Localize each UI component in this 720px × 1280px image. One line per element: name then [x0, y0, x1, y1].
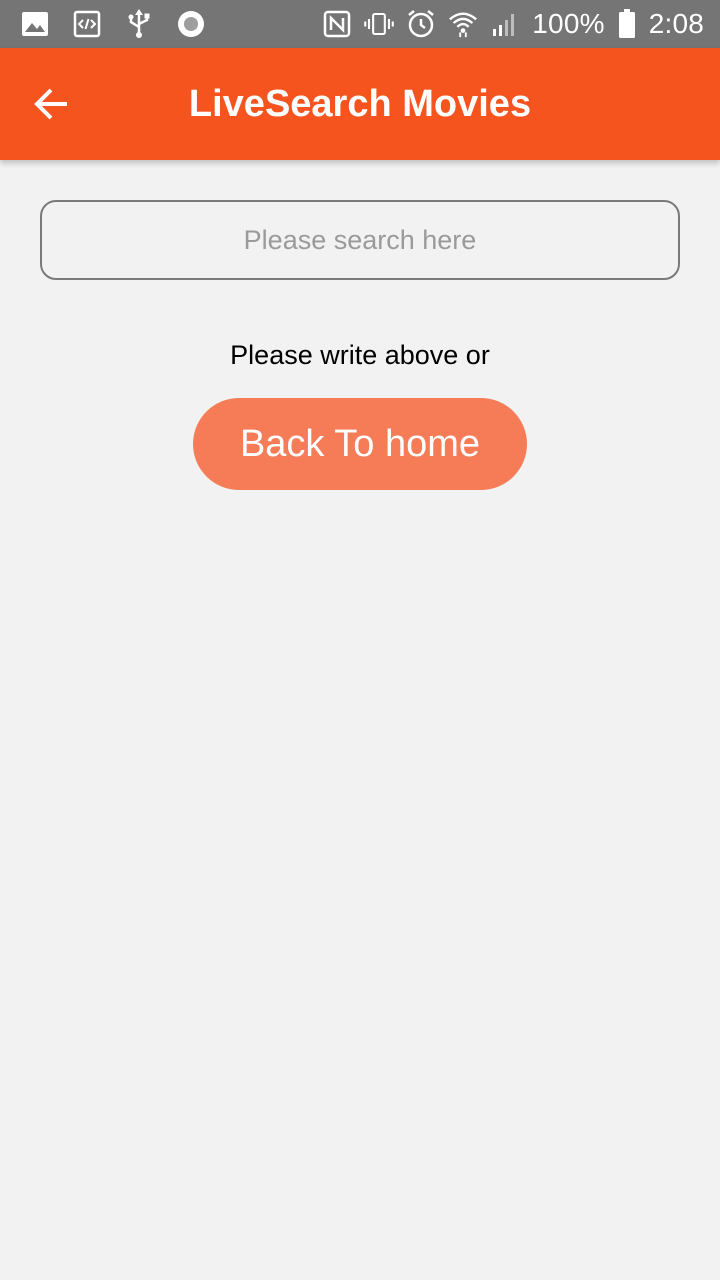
page-title: LiveSearch Movies — [188, 82, 532, 125]
nfc-icon — [322, 9, 352, 39]
hint-text: Please write above or — [230, 340, 490, 370]
battery-icon — [617, 9, 637, 39]
image-icon — [20, 9, 50, 39]
vibrate-icon — [364, 9, 395, 39]
status-right-icons: 100% 2:08 — [322, 8, 704, 40]
wifi-icon — [448, 9, 478, 39]
status-left-icons — [20, 9, 206, 39]
app-bar: LiveSearch Movies — [0, 48, 720, 160]
signal-icon — [490, 9, 520, 39]
record-icon — [176, 9, 206, 39]
status-time: 2:08 — [648, 8, 704, 39]
search-container — [40, 200, 680, 280]
code-icon — [72, 9, 102, 39]
alarm-icon — [406, 9, 436, 39]
search-input[interactable] — [40, 200, 680, 280]
battery-percent: 100% — [532, 8, 605, 39]
status-bar: 100% 2:08 — [0, 0, 720, 48]
arrow-back-icon — [34, 88, 70, 120]
usb-icon — [124, 9, 154, 39]
back-to-home-button[interactable]: Back To home — [193, 398, 527, 490]
back-button[interactable] — [20, 76, 84, 132]
